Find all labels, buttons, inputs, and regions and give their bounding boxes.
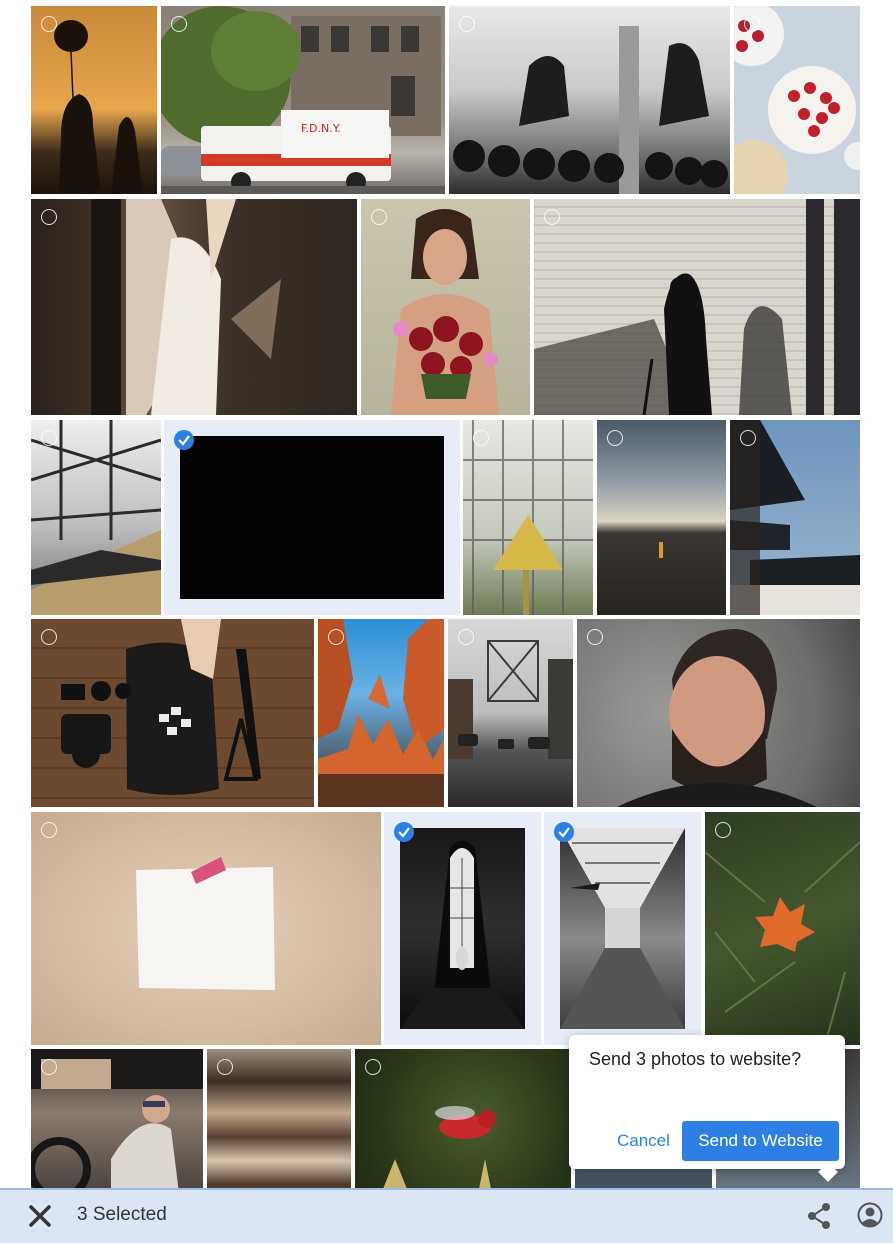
photo-image [400, 828, 525, 1029]
select-circle[interactable] [607, 430, 623, 446]
photo-image [449, 6, 730, 194]
close-icon[interactable] [27, 1203, 53, 1229]
selected-check-icon[interactable] [554, 822, 574, 842]
selected-count: 3 Selected [77, 1204, 167, 1225]
select-circle[interactable] [544, 209, 560, 225]
account-icon[interactable] [857, 1201, 883, 1229]
photo-tile[interactable] [318, 619, 444, 807]
select-circle[interactable] [217, 1059, 233, 1075]
selected-check-icon[interactable] [394, 822, 414, 842]
photo-image [31, 1049, 203, 1188]
photo-tile[interactable] [31, 812, 381, 1045]
photo-tile[interactable] [31, 6, 157, 194]
select-circle[interactable] [41, 209, 57, 225]
photo-tile[interactable] [448, 619, 573, 807]
photo-tile[interactable] [31, 619, 314, 807]
send-confirm-popup: Send 3 photos to website? Cancel Send to… [569, 1035, 845, 1182]
photo-tile[interactable] [463, 420, 593, 615]
select-circle[interactable] [365, 1059, 381, 1075]
photo-image [577, 619, 860, 807]
select-circle[interactable] [41, 629, 57, 645]
select-circle[interactable] [740, 430, 756, 446]
svg-text:F.D.N.Y.: F.D.N.Y. [301, 122, 341, 135]
photo-image: F.D.N.Y. [161, 6, 445, 194]
photo-image [31, 6, 157, 194]
photo-tile[interactable] [31, 199, 357, 415]
photo-tile[interactable] [534, 199, 860, 415]
select-circle[interactable] [171, 16, 187, 32]
photo-tile[interactable] [355, 1049, 571, 1188]
selection-bar: 3 Selected [0, 1188, 893, 1243]
share-icon[interactable] [806, 1202, 832, 1230]
photo-image [560, 828, 685, 1029]
photo-tile[interactable] [734, 6, 860, 194]
photo-image [31, 812, 381, 1045]
photo-image [730, 420, 860, 615]
select-circle[interactable] [41, 822, 57, 838]
photo-image [180, 436, 444, 599]
select-circle[interactable] [744, 16, 760, 32]
photo-tile[interactable]: F.D.N.Y. [161, 6, 445, 194]
photo-image [463, 420, 593, 615]
photo-image [448, 619, 573, 807]
photo-grid: F.D.N.Y. [0, 0, 893, 1188]
photo-tile[interactable] [544, 812, 701, 1045]
send-to-website-button[interactable]: Send to Website [682, 1121, 839, 1161]
photo-tile[interactable] [730, 420, 860, 615]
photo-image [31, 199, 357, 415]
photo-tile[interactable] [31, 1049, 203, 1188]
photo-tile[interactable] [207, 1049, 351, 1188]
cancel-button[interactable]: Cancel [617, 1131, 670, 1151]
photo-tile[interactable] [577, 619, 860, 807]
photo-tile[interactable] [597, 420, 726, 615]
select-circle[interactable] [473, 430, 489, 446]
photo-image [355, 1049, 571, 1188]
photo-tile[interactable] [164, 420, 460, 615]
photo-tile[interactable] [449, 6, 730, 194]
select-circle[interactable] [41, 1059, 57, 1075]
photo-image [734, 6, 860, 194]
select-circle[interactable] [459, 16, 475, 32]
selected-check-icon[interactable] [174, 430, 194, 450]
photo-image [31, 420, 161, 615]
photo-image [361, 199, 530, 415]
photo-tile[interactable] [31, 420, 161, 615]
select-circle[interactable] [371, 209, 387, 225]
photo-image [31, 619, 314, 807]
select-circle[interactable] [41, 16, 57, 32]
photo-tile[interactable] [705, 812, 860, 1045]
photo-tile[interactable] [384, 812, 541, 1045]
photo-image [534, 199, 860, 415]
select-circle[interactable] [328, 629, 344, 645]
photo-image [318, 619, 444, 807]
select-circle[interactable] [41, 430, 57, 446]
photo-image [705, 812, 860, 1045]
select-circle[interactable] [715, 822, 731, 838]
photo-image [597, 420, 726, 615]
photo-tile[interactable] [361, 199, 530, 415]
select-circle[interactable] [587, 629, 603, 645]
select-circle[interactable] [458, 629, 474, 645]
popup-message: Send 3 photos to website? [589, 1049, 802, 1069]
